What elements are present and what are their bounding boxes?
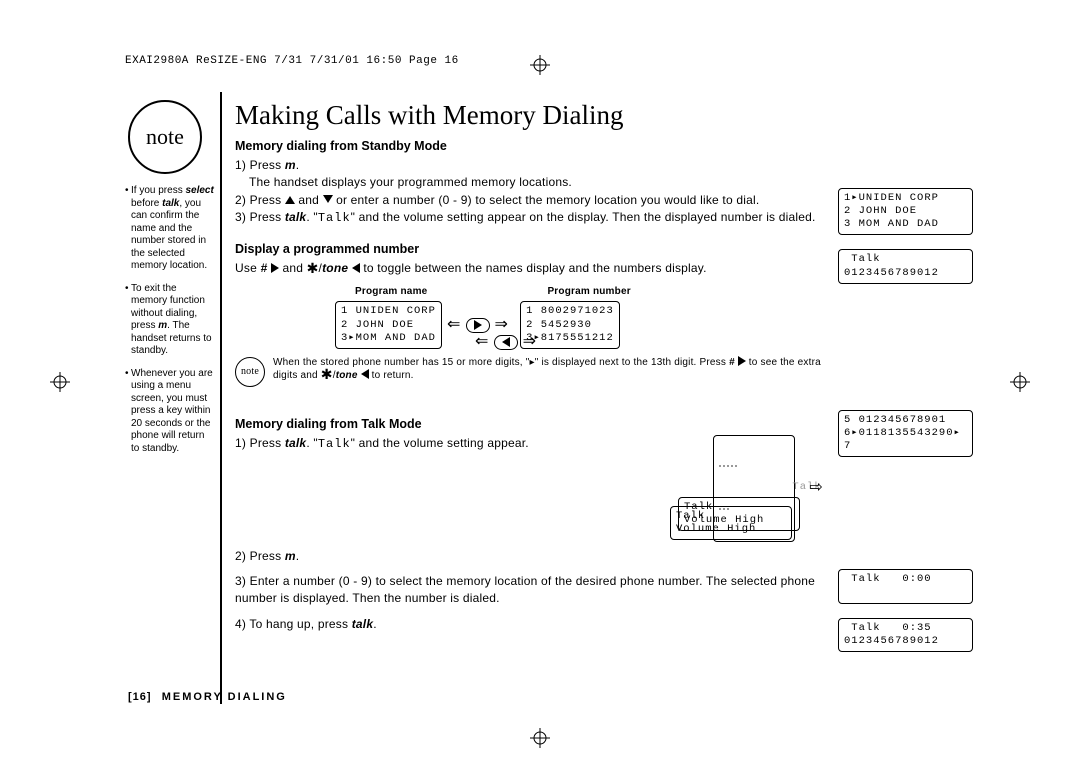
inline-note-text: When the stored phone number has 15 or m…	[273, 356, 825, 382]
registration-mark-top	[530, 55, 550, 75]
registration-mark-left	[50, 372, 70, 392]
label-program-number: Program number	[547, 285, 630, 300]
note-icon: note	[235, 357, 265, 387]
step-2: 2) Press and or enter a number (0 - 9) t…	[235, 192, 825, 209]
arrow-left-icon: ⇐	[447, 320, 461, 330]
sidebar-item: If you press select before talk, you can…	[125, 185, 215, 273]
talkmode-heading: Memory dialing from Talk Mode	[235, 417, 825, 431]
note-badge: note	[128, 100, 202, 174]
standby-heading: Memory dialing from Standby Mode	[235, 139, 825, 153]
lcd-talk-number: Talk 0123456789012	[838, 249, 973, 283]
arrow-left-icon: ⇐	[475, 337, 489, 347]
label-program-name: Program name	[355, 285, 427, 300]
talk-step-3: 3) Enter a number (0 - 9) to select the …	[235, 573, 825, 608]
print-header: EXAI2980A ReSIZE-ENG 7/31 7/31/01 16:50 …	[125, 55, 459, 67]
page-title: Making Calls with Memory Dialing	[235, 100, 825, 131]
arrow-right-icon: ⇨	[809, 483, 823, 493]
lcd-talk-timer-0: Talk 0:00	[838, 569, 973, 603]
back-button	[494, 335, 518, 350]
lcd-long-number: 5 012345678901 6▸0118135543290▸ 7	[838, 410, 973, 457]
step-3: 3) Press talk. "Talk" and the volume set…	[235, 209, 825, 227]
sidebar-item: To exit the memory function without dial…	[125, 283, 215, 358]
registration-mark-right	[1010, 372, 1030, 392]
arrow-right-icon: ⇒	[523, 337, 537, 347]
right-column: 1▸UNIDEN CORP 2 JOHN DOE 3 MOM AND DAD T…	[838, 188, 973, 666]
lcd-memory-list: 1▸UNIDEN CORP 2 JOHN DOE 3 MOM AND DAD	[838, 188, 973, 235]
vertical-divider	[220, 92, 222, 704]
arrow-right-icon: ⇒	[495, 320, 509, 330]
lcd-program-names: 1 UNIDEN CORP 2 JOHN DOE 3▸MOM AND DAD	[335, 301, 442, 348]
step-1: 1) Press m. The handset displays your pr…	[235, 157, 825, 192]
sidebar-item: Whenever you are using a menu screen, yo…	[125, 368, 215, 456]
talk-step-2: 2) Press m.	[235, 548, 825, 565]
registration-mark-bottom	[530, 728, 550, 748]
display-text: Use # and ✱/tone to toggle between the n…	[235, 260, 825, 277]
lcd-talk-volume-high: Talk Volume High	[670, 506, 792, 540]
talk-step-1: 1) Press talk. "Talk" and the volume set…	[235, 435, 701, 453]
display-heading: Display a programmed number	[235, 242, 825, 256]
main-content: Making Calls with Memory Dialing Memory …	[235, 100, 825, 633]
fwd-button	[466, 318, 490, 333]
lcd-talk-timer-35: Talk 0:35 0123456789012	[838, 618, 973, 652]
sidebar-notes: If you press select before talk, you can…	[125, 185, 215, 465]
talk-step-4: 4) To hang up, press talk.	[235, 616, 825, 633]
page-footer: [16] MEMORY DIALING	[128, 691, 287, 703]
